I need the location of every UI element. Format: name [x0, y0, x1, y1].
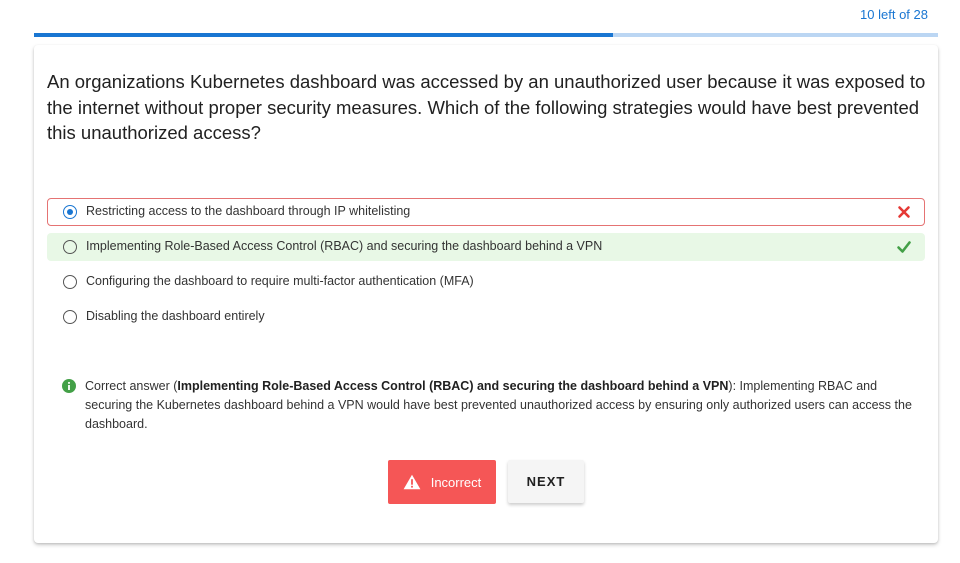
- option-label: Implementing Role-Based Access Control (…: [86, 239, 603, 253]
- info-icon: [62, 379, 76, 393]
- check-icon: [897, 241, 911, 253]
- radio-icon[interactable]: [63, 240, 77, 254]
- explanation-text: Correct answer (Implementing Role-Based …: [85, 377, 918, 434]
- warning-icon: [403, 474, 421, 490]
- correct-answer-text: Implementing Role-Based Access Control (…: [177, 379, 729, 393]
- progress-counter: 10 left of 28: [860, 7, 928, 22]
- explanation-prefix: Correct answer (: [85, 379, 178, 393]
- progress-bar: [34, 33, 938, 37]
- option-mfa[interactable]: Configuring the dashboard to require mul…: [47, 268, 925, 296]
- answer-options: Restricting access to the dashboard thro…: [47, 198, 925, 338]
- question-card: An organizations Kubernetes dashboard wa…: [34, 45, 938, 543]
- option-ip-whitelisting[interactable]: Restricting access to the dashboard thro…: [47, 198, 925, 226]
- radio-icon[interactable]: [63, 310, 77, 324]
- explanation: Correct answer (Implementing Role-Based …: [58, 377, 918, 434]
- option-rbac-vpn[interactable]: Implementing Role-Based Access Control (…: [47, 233, 925, 261]
- option-label: Restricting access to the dashboard thro…: [86, 204, 411, 218]
- radio-icon[interactable]: [63, 275, 77, 289]
- next-button[interactable]: NEXT: [508, 460, 584, 503]
- option-disable-dashboard[interactable]: Disabling the dashboard entirely: [47, 303, 925, 331]
- question-text: An organizations Kubernetes dashboard wa…: [47, 71, 926, 143]
- incorrect-label: Incorrect: [430, 474, 482, 490]
- option-label: Disabling the dashboard entirely: [86, 309, 265, 323]
- option-label: Configuring the dashboard to require mul…: [86, 274, 474, 288]
- radio-selected-icon[interactable]: [63, 205, 77, 219]
- incorrect-status-button[interactable]: Incorrect: [388, 460, 496, 504]
- progress-bar-fill: [34, 33, 613, 37]
- close-icon: [898, 206, 910, 218]
